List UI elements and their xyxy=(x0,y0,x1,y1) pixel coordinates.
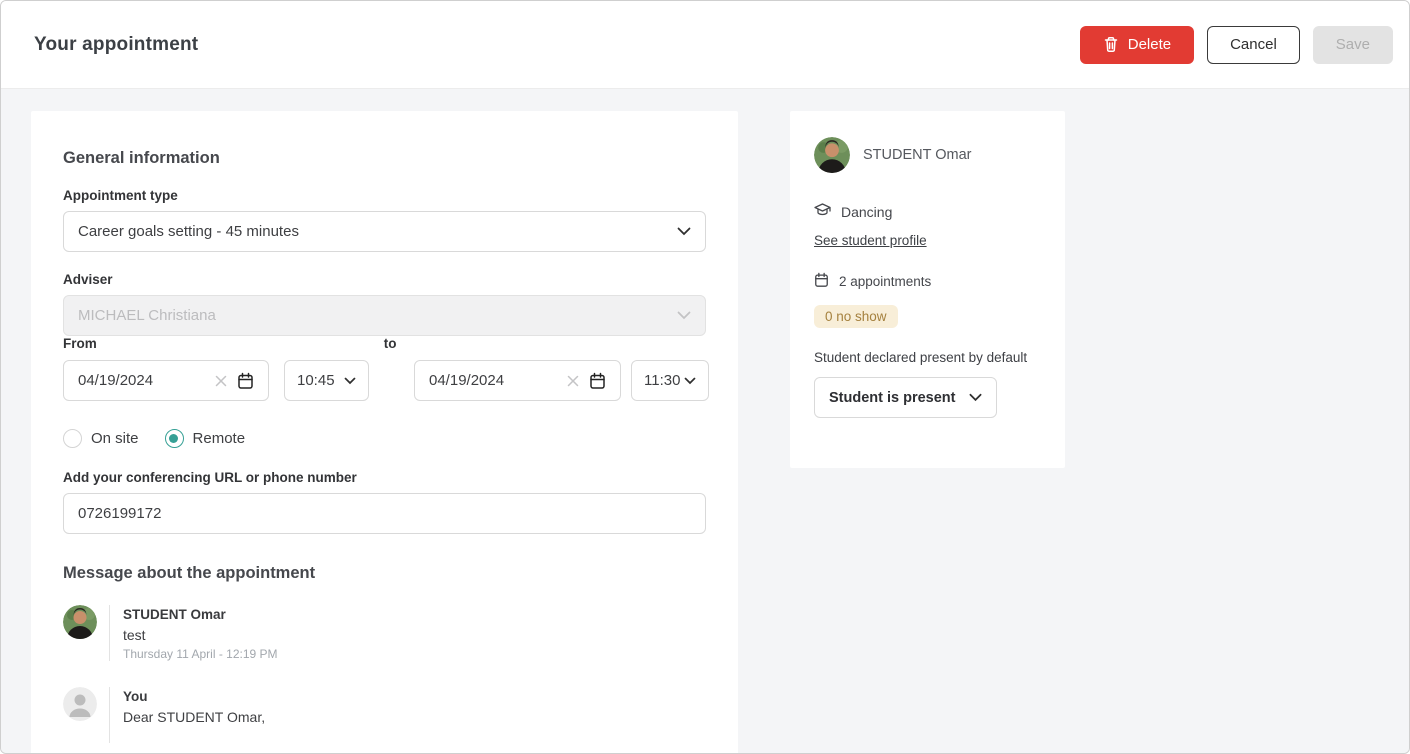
presence-value: Student is present xyxy=(829,390,956,406)
presence-label: Student declared present by default xyxy=(814,350,1041,365)
page-title: Your appointment xyxy=(34,34,198,56)
radio-on-site[interactable]: On site xyxy=(63,429,139,448)
person-placeholder-icon xyxy=(63,687,97,721)
delete-button-label: Delete xyxy=(1128,36,1171,53)
to-date-input[interactable]: 04/19/2024 xyxy=(414,360,621,401)
radio-circle-icon xyxy=(63,429,82,448)
to-group: 04/19/2024 11:30 xyxy=(414,360,709,401)
message-text: test xyxy=(123,627,278,643)
delete-button[interactable]: Delete xyxy=(1080,26,1194,64)
from-time-select[interactable]: 10:45 xyxy=(284,360,369,401)
save-button-label: Save xyxy=(1336,36,1370,53)
no-show-badge: 0 no show xyxy=(814,305,898,328)
student-head: STUDENT Omar xyxy=(814,137,1041,173)
calendar-icon xyxy=(814,272,829,291)
chevron-down-icon xyxy=(344,377,356,385)
from-date-value: 04/19/2024 xyxy=(78,372,215,389)
message-body: You Dear STUDENT Omar, xyxy=(109,687,265,743)
cancel-button[interactable]: Cancel xyxy=(1207,26,1300,64)
from-date-input[interactable]: 04/19/2024 xyxy=(63,360,269,401)
calendar-icon[interactable] xyxy=(237,372,254,390)
location-radio-group: On site Remote xyxy=(63,429,706,448)
student-card: STUDENT Omar Dancing See student profile xyxy=(790,111,1065,468)
student-group-line: Dancing xyxy=(814,203,1041,220)
appointment-page: Your appointment Delete Cancel Save xyxy=(0,0,1410,754)
conferencing-input[interactable] xyxy=(63,493,706,534)
datetime-row: 04/19/2024 10:45 xyxy=(63,360,706,401)
student-name: STUDENT Omar xyxy=(863,147,972,163)
appointment-type-label: Appointment type xyxy=(63,188,706,203)
to-label: to xyxy=(384,336,397,351)
graduation-cap-icon xyxy=(814,203,831,220)
clear-icon[interactable] xyxy=(567,375,579,387)
chevron-down-icon xyxy=(969,393,982,402)
appointments-count: 2 appointments xyxy=(839,274,931,289)
trash-icon xyxy=(1103,36,1119,53)
calendar-icon[interactable] xyxy=(589,372,606,390)
main-content: General information Appointment type Car… xyxy=(1,89,1409,753)
to-time-select[interactable]: 11:30 xyxy=(631,360,709,401)
chevron-down-icon xyxy=(677,227,691,236)
appointment-type-select[interactable]: Career goals setting - 45 minutes xyxy=(63,211,706,252)
from-label: From xyxy=(63,336,97,351)
from-time-value: 10:45 xyxy=(297,372,335,389)
message-author: You xyxy=(123,689,265,704)
conferencing-label: Add your conferencing URL or phone numbe… xyxy=(63,470,706,485)
appointment-type-value: Career goals setting - 45 minutes xyxy=(78,223,677,240)
radio-remote[interactable]: Remote xyxy=(165,429,246,448)
chevron-down-icon xyxy=(677,311,691,320)
to-time-value: 11:30 xyxy=(644,372,680,389)
adviser-label: Adviser xyxy=(63,272,706,287)
radio-remote-label: Remote xyxy=(193,430,246,447)
student-avatar xyxy=(814,137,850,173)
message-item: STUDENT Omar test Thursday 11 April - 12… xyxy=(63,605,706,661)
header: Your appointment Delete Cancel Save xyxy=(1,1,1409,89)
header-actions: Delete Cancel Save xyxy=(1080,26,1393,64)
general-information-card: General information Appointment type Car… xyxy=(31,111,738,753)
student-avatar xyxy=(63,605,97,639)
message-item: You Dear STUDENT Omar, xyxy=(63,687,706,743)
presence-select[interactable]: Student is present xyxy=(814,377,997,418)
clear-icon[interactable] xyxy=(215,375,227,387)
message-body: STUDENT Omar test Thursday 11 April - 12… xyxy=(109,605,278,661)
message-section-heading: Message about the appointment xyxy=(63,564,706,583)
student-group: Dancing xyxy=(841,204,892,220)
message-author: STUDENT Omar xyxy=(123,607,278,622)
adviser-value: MICHAEL Christiana xyxy=(78,307,677,324)
datetime-labels: From to xyxy=(63,336,706,351)
radio-on-site-label: On site xyxy=(91,430,139,447)
message-text: Dear STUDENT Omar, xyxy=(123,709,265,725)
message-timestamp: Thursday 11 April - 12:19 PM xyxy=(123,647,278,661)
radio-circle-checked-icon xyxy=(165,429,184,448)
adviser-select: MICHAEL Christiana xyxy=(63,295,706,336)
appointments-line: 2 appointments xyxy=(814,272,1041,291)
see-student-profile-link[interactable]: See student profile xyxy=(814,233,927,248)
cancel-button-label: Cancel xyxy=(1230,36,1277,53)
general-information-heading: General information xyxy=(63,149,706,168)
to-date-value: 04/19/2024 xyxy=(429,372,567,389)
chevron-down-icon xyxy=(684,377,696,385)
from-group: 04/19/2024 10:45 xyxy=(63,360,369,401)
save-button[interactable]: Save xyxy=(1313,26,1393,64)
